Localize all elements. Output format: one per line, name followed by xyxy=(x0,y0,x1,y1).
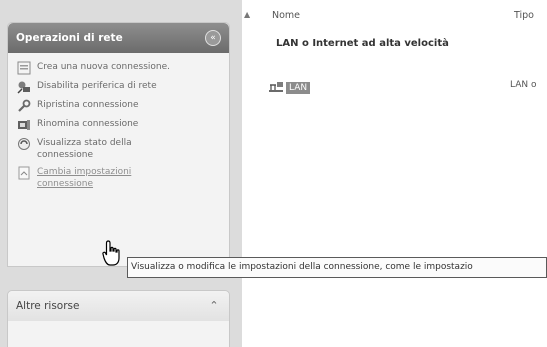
network-task-list: Crea una nuova connessione. Disabilita p… xyxy=(8,53,229,190)
network-tasks-panel: Operazioni di rete « Crea una nuova conn… xyxy=(7,22,230,267)
change-settings-icon xyxy=(16,166,32,180)
network-connections-window: Operazioni di rete « Crea una nuova conn… xyxy=(0,0,547,347)
connection-list-pane xyxy=(242,0,547,347)
task-label: Visualizza stato della connessione xyxy=(37,138,132,160)
task-label: Rinomina connessione xyxy=(37,119,139,129)
lan-connection-icon xyxy=(268,78,284,97)
disable-device-icon xyxy=(16,80,32,94)
connection-item-lan[interactable]: LAN xyxy=(268,78,311,97)
repair-connection-icon xyxy=(16,99,32,113)
connection-name: LAN xyxy=(286,81,311,94)
new-connection-icon xyxy=(16,61,32,75)
hand-cursor-icon xyxy=(102,240,122,270)
other-places-title: Altre risorse xyxy=(16,300,80,312)
task-rename-connection[interactable]: Rinomina connessione xyxy=(16,118,223,132)
connection-status-icon xyxy=(16,137,32,151)
task-label: Ripristina connessione xyxy=(37,100,139,110)
task-new-connection[interactable]: Crea una nuova connessione. xyxy=(16,61,223,75)
task-label: Cambia impostazioni connessione xyxy=(37,167,132,189)
collapse-other-places-button[interactable]: ⌃ xyxy=(207,299,221,313)
collapse-network-tasks-button[interactable]: « xyxy=(205,30,221,46)
other-places-header[interactable]: Altre risorse ⌃ xyxy=(8,291,229,321)
group-header: LAN o Internet ad alta velocità xyxy=(276,38,449,49)
other-places-panel: Altre risorse ⌃ xyxy=(7,290,230,347)
column-header-type[interactable]: Tipo xyxy=(514,10,534,21)
tooltip: Visualizza o modifica le impostazioni de… xyxy=(127,257,547,278)
network-tasks-header[interactable]: Operazioni di rete « xyxy=(8,23,229,53)
rename-connection-icon xyxy=(16,118,32,132)
task-label: Crea una nuova connessione. xyxy=(37,62,170,72)
task-label: Disabilita periferica di rete xyxy=(37,81,157,91)
task-repair-connection[interactable]: Ripristina connessione xyxy=(16,99,223,113)
connection-type: LAN o xyxy=(510,80,537,90)
scroll-up-arrow-icon[interactable]: ▲ xyxy=(244,10,250,19)
task-disable-device[interactable]: Disabilita periferica di rete xyxy=(16,80,223,94)
task-change-settings[interactable]: Cambia impostazioni connessione xyxy=(16,166,223,190)
task-pane: Operazioni di rete « Crea una nuova conn… xyxy=(0,0,242,347)
network-tasks-title: Operazioni di rete xyxy=(16,32,123,44)
column-header-name[interactable]: Nome xyxy=(272,10,300,21)
task-connection-status[interactable]: Visualizza stato della connessione xyxy=(16,137,223,161)
